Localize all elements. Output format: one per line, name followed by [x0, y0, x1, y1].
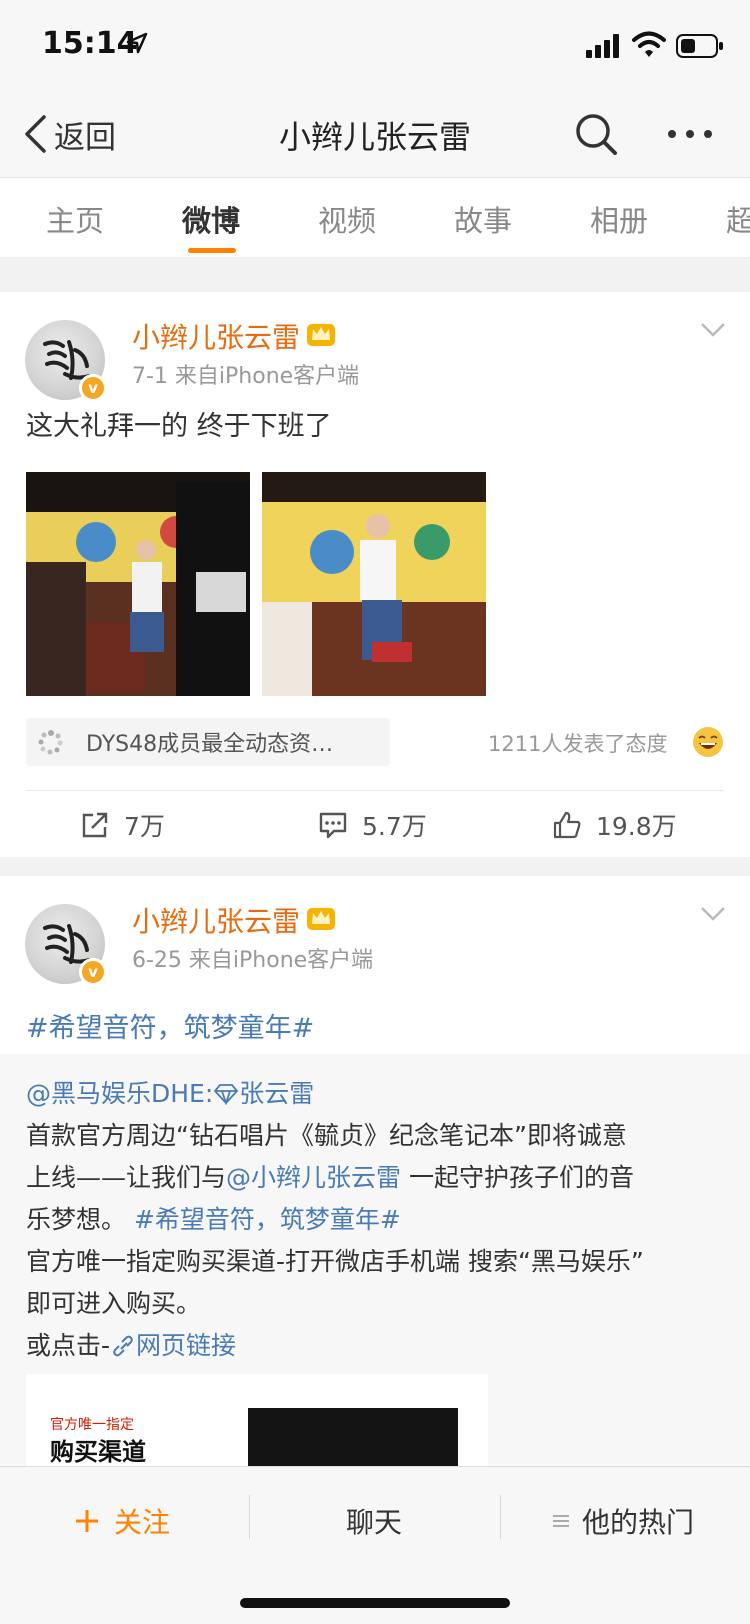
plus-icon	[76, 1510, 98, 1532]
cellular-signal-icon	[586, 34, 619, 58]
tab-weibo[interactable]: 微博	[182, 198, 240, 240]
repost-text-line: 首款官方周边“钻石唱片《毓贞》纪念笔记本”即将诚意	[26, 1121, 627, 1150]
status-bar: 15:14	[0, 0, 750, 90]
repost-text: 上线——让我们与	[26, 1163, 227, 1192]
post-photo-1[interactable]	[26, 472, 250, 696]
hot-posts-label: 他的热门	[582, 1506, 695, 1539]
post-meta: 7-1 来自iPhone客户端	[132, 364, 360, 389]
repost-text: 一起守护孩子们的音	[401, 1163, 634, 1192]
post-hashtag[interactable]: #希望音符，筑梦童年#	[26, 1006, 314, 1045]
divider	[26, 790, 724, 791]
repost-text: 或点击-	[26, 1331, 111, 1360]
hot-posts-button[interactable]: 他的热门	[552, 1497, 694, 1545]
crown-vip-icon	[307, 908, 335, 930]
repost-text-line: 或点击- 网页链接	[26, 1326, 236, 1362]
image-caption-black: 购买渠道	[50, 1438, 146, 1466]
page-title: 小辫儿张云雷	[278, 118, 471, 156]
post-meta: 6-25 来自iPhone客户端	[132, 948, 374, 973]
follow-label: 关注	[114, 1506, 171, 1539]
tab-super-topic[interactable]: 超	[726, 198, 750, 240]
post-username[interactable]: 小辫儿张云雷	[132, 316, 300, 356]
source-user-link[interactable]: @黑马娱乐DHE:	[26, 1079, 213, 1108]
follow-button[interactable]: 关注	[74, 1497, 170, 1545]
tab-story[interactable]: 故事	[454, 198, 512, 240]
chevron-down-icon[interactable]	[700, 322, 726, 338]
post-card: v 小辫儿张云雷 7-1 来自iPhone客户端 这大礼拜一的 终于下班了 DY…	[0, 292, 750, 857]
link-icon	[113, 1335, 133, 1357]
more-options-icon[interactable]	[666, 116, 714, 152]
repost-text-line: 即可进入购买。	[26, 1289, 202, 1318]
reactions-count[interactable]: 1211人发表了态度	[488, 728, 667, 758]
tab-album[interactable]: 相册	[590, 198, 648, 240]
profile-tab-bar: 主页 微博 视频 故事 相册 超	[0, 178, 750, 258]
tab-home[interactable]: 主页	[46, 198, 104, 240]
post-username[interactable]: 小辫儿张云雷	[132, 900, 300, 940]
chevron-down-icon[interactable]	[700, 906, 726, 922]
crown-vip-icon	[307, 324, 335, 346]
divider	[249, 1495, 250, 1539]
post-text: 这大礼拜一的 终于下班了	[26, 411, 332, 442]
mention-link[interactable]: @小辫儿张云雷	[226, 1163, 401, 1192]
repost-text-line: 上线——让我们与@小辫儿张云雷 一起守护孩子们的音	[26, 1158, 634, 1194]
active-tab-indicator	[188, 248, 236, 253]
status-time: 15:14	[42, 26, 138, 61]
hashtag-link[interactable]: #希望音符，筑梦童年#	[134, 1205, 401, 1234]
tab-video[interactable]: 视频	[318, 198, 376, 240]
share-icon	[82, 812, 108, 838]
loading-spinner-icon	[38, 730, 63, 755]
comment-icon	[319, 812, 347, 839]
search-icon[interactable]	[574, 112, 618, 156]
avatar[interactable]: v	[25, 904, 107, 986]
repost-text-line: 乐梦想。 #希望音符，筑梦童年#	[26, 1200, 401, 1236]
menu-lines-icon	[553, 1515, 569, 1527]
comment-count: 5.7万	[362, 812, 427, 841]
verified-badge-icon: v	[79, 374, 107, 402]
repost-source-line: @黑马娱乐DHE: 张云雷	[26, 1074, 314, 1110]
comment-button[interactable]: 5.7万	[318, 806, 427, 844]
post-photo-2[interactable]	[262, 472, 486, 696]
repost-text-line: 官方唯一指定购买渠道-打开微店手机端 搜索“黑马娱乐”	[26, 1247, 644, 1276]
topic-chip[interactable]: DYS48成员最全动态资…	[26, 718, 390, 766]
laughing-emoji-icon[interactable]	[692, 726, 724, 758]
repost-button[interactable]: 7万	[80, 806, 165, 844]
like-button[interactable]: 19.8万	[552, 806, 677, 844]
image-caption-red: 官方唯一指定	[50, 1417, 134, 1433]
repost-text: 乐梦想。	[26, 1205, 134, 1234]
thumbs-up-icon	[553, 811, 581, 839]
divider	[500, 1495, 501, 1539]
navigation-bar: 返回 小辫儿张云雷	[0, 90, 750, 178]
chat-button[interactable]: 聊天	[346, 1497, 402, 1545]
like-count: 19.8万	[596, 812, 677, 841]
location-arrow-icon	[126, 32, 148, 54]
home-indicator	[240, 1598, 510, 1608]
web-link[interactable]: 网页链接	[136, 1331, 236, 1360]
chat-label: 聊天	[346, 1506, 403, 1539]
wifi-icon	[632, 31, 666, 57]
repost-count: 7万	[124, 812, 165, 841]
diamond-icon	[214, 1084, 239, 1106]
topic-chip-label: DYS48成员最全动态资…	[86, 732, 334, 757]
avatar[interactable]: v	[25, 320, 107, 402]
mention-link[interactable]: 张云雷	[239, 1079, 314, 1108]
verified-badge-icon: v	[79, 958, 107, 986]
battery-icon	[676, 34, 723, 58]
